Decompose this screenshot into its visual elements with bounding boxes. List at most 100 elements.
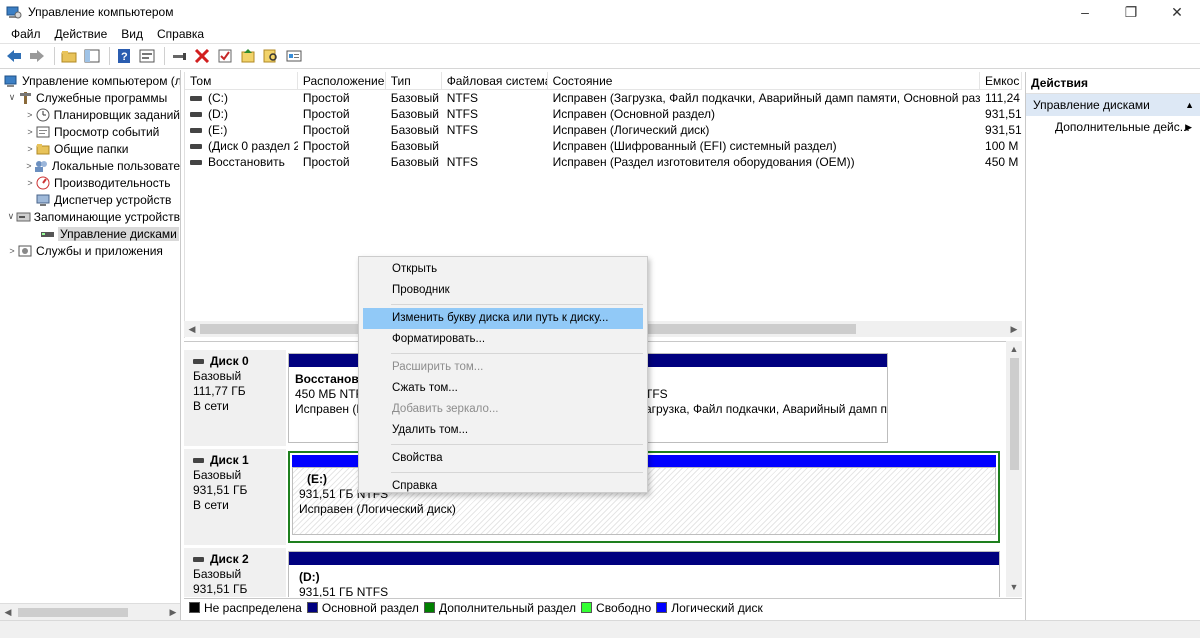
help-icon[interactable]: ? [114, 47, 134, 65]
chevron-right-icon[interactable]: > [24, 110, 36, 120]
menu-separator [391, 353, 643, 354]
partition-name: Восстанови [295, 372, 367, 386]
tree-item-shared-folders[interactable]: > Общие папки [0, 140, 180, 157]
menu-help[interactable]: Справка [150, 27, 211, 41]
menu-file[interactable]: Файл [4, 27, 48, 41]
chevron-down-icon[interactable]: ∨ [6, 211, 16, 222]
scroll-up-icon[interactable]: ▲ [1006, 341, 1022, 357]
disk-view-vertical-scrollbar[interactable]: ▲ ▼ [1006, 341, 1022, 597]
chevron-down-icon[interactable]: ∨ [6, 92, 18, 103]
tree-item-local-users[interactable]: > Локальные пользовате [0, 157, 180, 174]
tree-horizontal-scrollbar[interactable]: ◀ ▶ [0, 603, 180, 620]
tree-item-event-viewer[interactable]: > Просмотр событий [0, 123, 180, 140]
delete-icon[interactable] [192, 47, 212, 65]
properties-icon[interactable] [137, 47, 157, 65]
legend-item: Не распределена [189, 601, 302, 615]
chevron-right-icon[interactable]: > [6, 246, 18, 256]
tree-item-label: Просмотр событий [54, 124, 160, 139]
export-icon[interactable] [238, 47, 258, 65]
column-header-filesystem[interactable]: Файловая система [442, 72, 548, 89]
disk-label[interactable]: Диск 0 Базовый 111,77 ГБ В сети [184, 350, 286, 446]
scroll-right-icon[interactable]: ▶ [165, 604, 180, 620]
menu-item-open[interactable]: Открыть [361, 259, 645, 280]
action-more-actions[interactable]: Дополнительные дейс... ▶ [1026, 116, 1200, 138]
column-header-layout[interactable]: Расположение [298, 72, 386, 89]
table-row[interactable]: (Диск 0 раздел 2) Простой Базовый Исправ… [185, 138, 1022, 154]
cell-filesystem: NTFS [446, 91, 479, 105]
scroll-left-icon[interactable]: ◀ [184, 321, 200, 337]
scroll-left-icon[interactable]: ◀ [0, 604, 16, 620]
cell-type: Базовый [390, 91, 439, 105]
menu-item-delete-volume[interactable]: Удалить том... [361, 420, 645, 441]
maximize-button[interactable]: ❐ [1108, 0, 1154, 24]
legend-item: Дополнительный раздел [423, 600, 577, 615]
cell-volume: (Диск 0 раздел 2) [208, 139, 298, 153]
scrollbar-thumb[interactable] [18, 608, 128, 617]
search-icon[interactable] [261, 47, 281, 65]
up-folder-icon[interactable] [59, 47, 79, 65]
legend-label: Дополнительный раздел [438, 600, 577, 615]
tree-item-task-scheduler[interactable]: > Планировщик заданий [0, 106, 180, 123]
menu-view[interactable]: Вид [114, 27, 150, 41]
menu-action[interactable]: Действие [48, 27, 115, 41]
menu-item-properties[interactable]: Свойства [361, 448, 645, 469]
column-header-capacity[interactable]: Емкос [980, 72, 1022, 89]
disk-label[interactable]: Диск 1 Базовый 931,51 ГБ В сети [184, 449, 286, 545]
partition-d[interactable]: (D:) 931,51 ГБ NTFS [288, 551, 1000, 597]
menu-bar: Файл Действие Вид Справка [0, 24, 1200, 43]
tree-item-root[interactable]: Управление компьютером (лс [0, 72, 180, 89]
scrollbar-thumb[interactable] [1010, 358, 1019, 470]
menu-item-help[interactable]: Справка [361, 476, 645, 497]
tree-item-device-manager[interactable]: Диспетчер устройств [0, 191, 180, 208]
minimize-button[interactable]: – [1062, 0, 1108, 24]
tree-item-label: Планировщик заданий [53, 107, 180, 122]
disk-row-2[interactable]: Диск 2 Базовый 931,51 ГБ (D:) 931,51 ГБ … [184, 548, 1004, 597]
legend-label: Не распределена [204, 600, 302, 615]
partition-size: ТFS [645, 387, 668, 401]
tree-item-disk-management[interactable]: Управление дисками [0, 225, 180, 242]
cell-filesystem [442, 138, 548, 154]
cell-capacity: 100 М [985, 139, 1019, 153]
table-row[interactable]: (E:) Простой Базовый NTFS Исправен (Логи… [185, 122, 1022, 138]
connect-icon[interactable] [169, 47, 189, 65]
users-icon [34, 159, 49, 173]
console-icon[interactable] [284, 47, 304, 65]
scroll-down-icon[interactable]: ▼ [1006, 579, 1022, 595]
chevron-right-icon[interactable]: > [24, 127, 36, 137]
chevron-right-icon[interactable]: > [24, 144, 36, 154]
tree-item-utilities[interactable]: ∨ Служебные программы [0, 89, 180, 106]
partition-recovery[interactable]: Восстанови 450 МБ NTF Исправен (Р [288, 353, 368, 443]
column-header-type[interactable]: Тип [386, 72, 442, 89]
chevron-right-icon[interactable]: > [24, 161, 34, 171]
column-header-volume[interactable]: Том [185, 72, 298, 89]
back-icon[interactable] [4, 47, 24, 65]
table-row[interactable]: Восстановить Простой Базовый NTFS Исправ… [185, 154, 1022, 170]
actions-pane: Действия Управление дисками ▲ Дополнител… [1025, 72, 1200, 620]
forward-icon[interactable] [27, 47, 47, 65]
chevron-right-icon: ▶ [1185, 122, 1192, 132]
cell-layout: Простой [302, 91, 350, 105]
tree-item-services[interactable]: > Службы и приложения [0, 242, 180, 259]
menu-item-format[interactable]: Форматировать... [361, 329, 645, 350]
scroll-right-icon[interactable]: ▶ [1006, 321, 1022, 337]
table-row[interactable]: (D:) Простой Базовый NTFS Исправен (Осно… [185, 106, 1022, 122]
actions-section-disk-management[interactable]: Управление дисками ▲ [1026, 94, 1200, 116]
tree-item-storage[interactable]: ∨ Запоминающие устройств [0, 208, 180, 225]
action-label: Дополнительные дейс... [1055, 120, 1190, 134]
collapse-up-icon[interactable]: ▲ [1185, 94, 1194, 116]
legend-label: Логический диск [671, 600, 763, 615]
close-button[interactable]: ✕ [1154, 0, 1200, 24]
checklist-icon[interactable] [215, 47, 235, 65]
menu-item-change-drive-letter[interactable]: Изменить букву диска или путь к диску... [363, 308, 643, 329]
table-row[interactable]: (C:) Простой Базовый NTFS Исправен (Загр… [185, 90, 1022, 106]
chevron-right-icon[interactable]: > [24, 178, 36, 188]
tree-item-performance[interactable]: > Производительность [0, 174, 180, 191]
menu-item-shrink-volume[interactable]: Сжать том... [361, 378, 645, 399]
show-hide-tree-icon[interactable] [82, 47, 102, 65]
menu-item-explorer[interactable]: Проводник [361, 280, 645, 301]
column-header-status[interactable]: Состояние [548, 72, 981, 89]
cell-layout: Простой [302, 139, 350, 153]
disk-label[interactable]: Диск 2 Базовый 931,51 ГБ [184, 548, 286, 597]
event-viewer-icon [36, 125, 51, 139]
tree-item-label: Общие папки [54, 141, 129, 156]
